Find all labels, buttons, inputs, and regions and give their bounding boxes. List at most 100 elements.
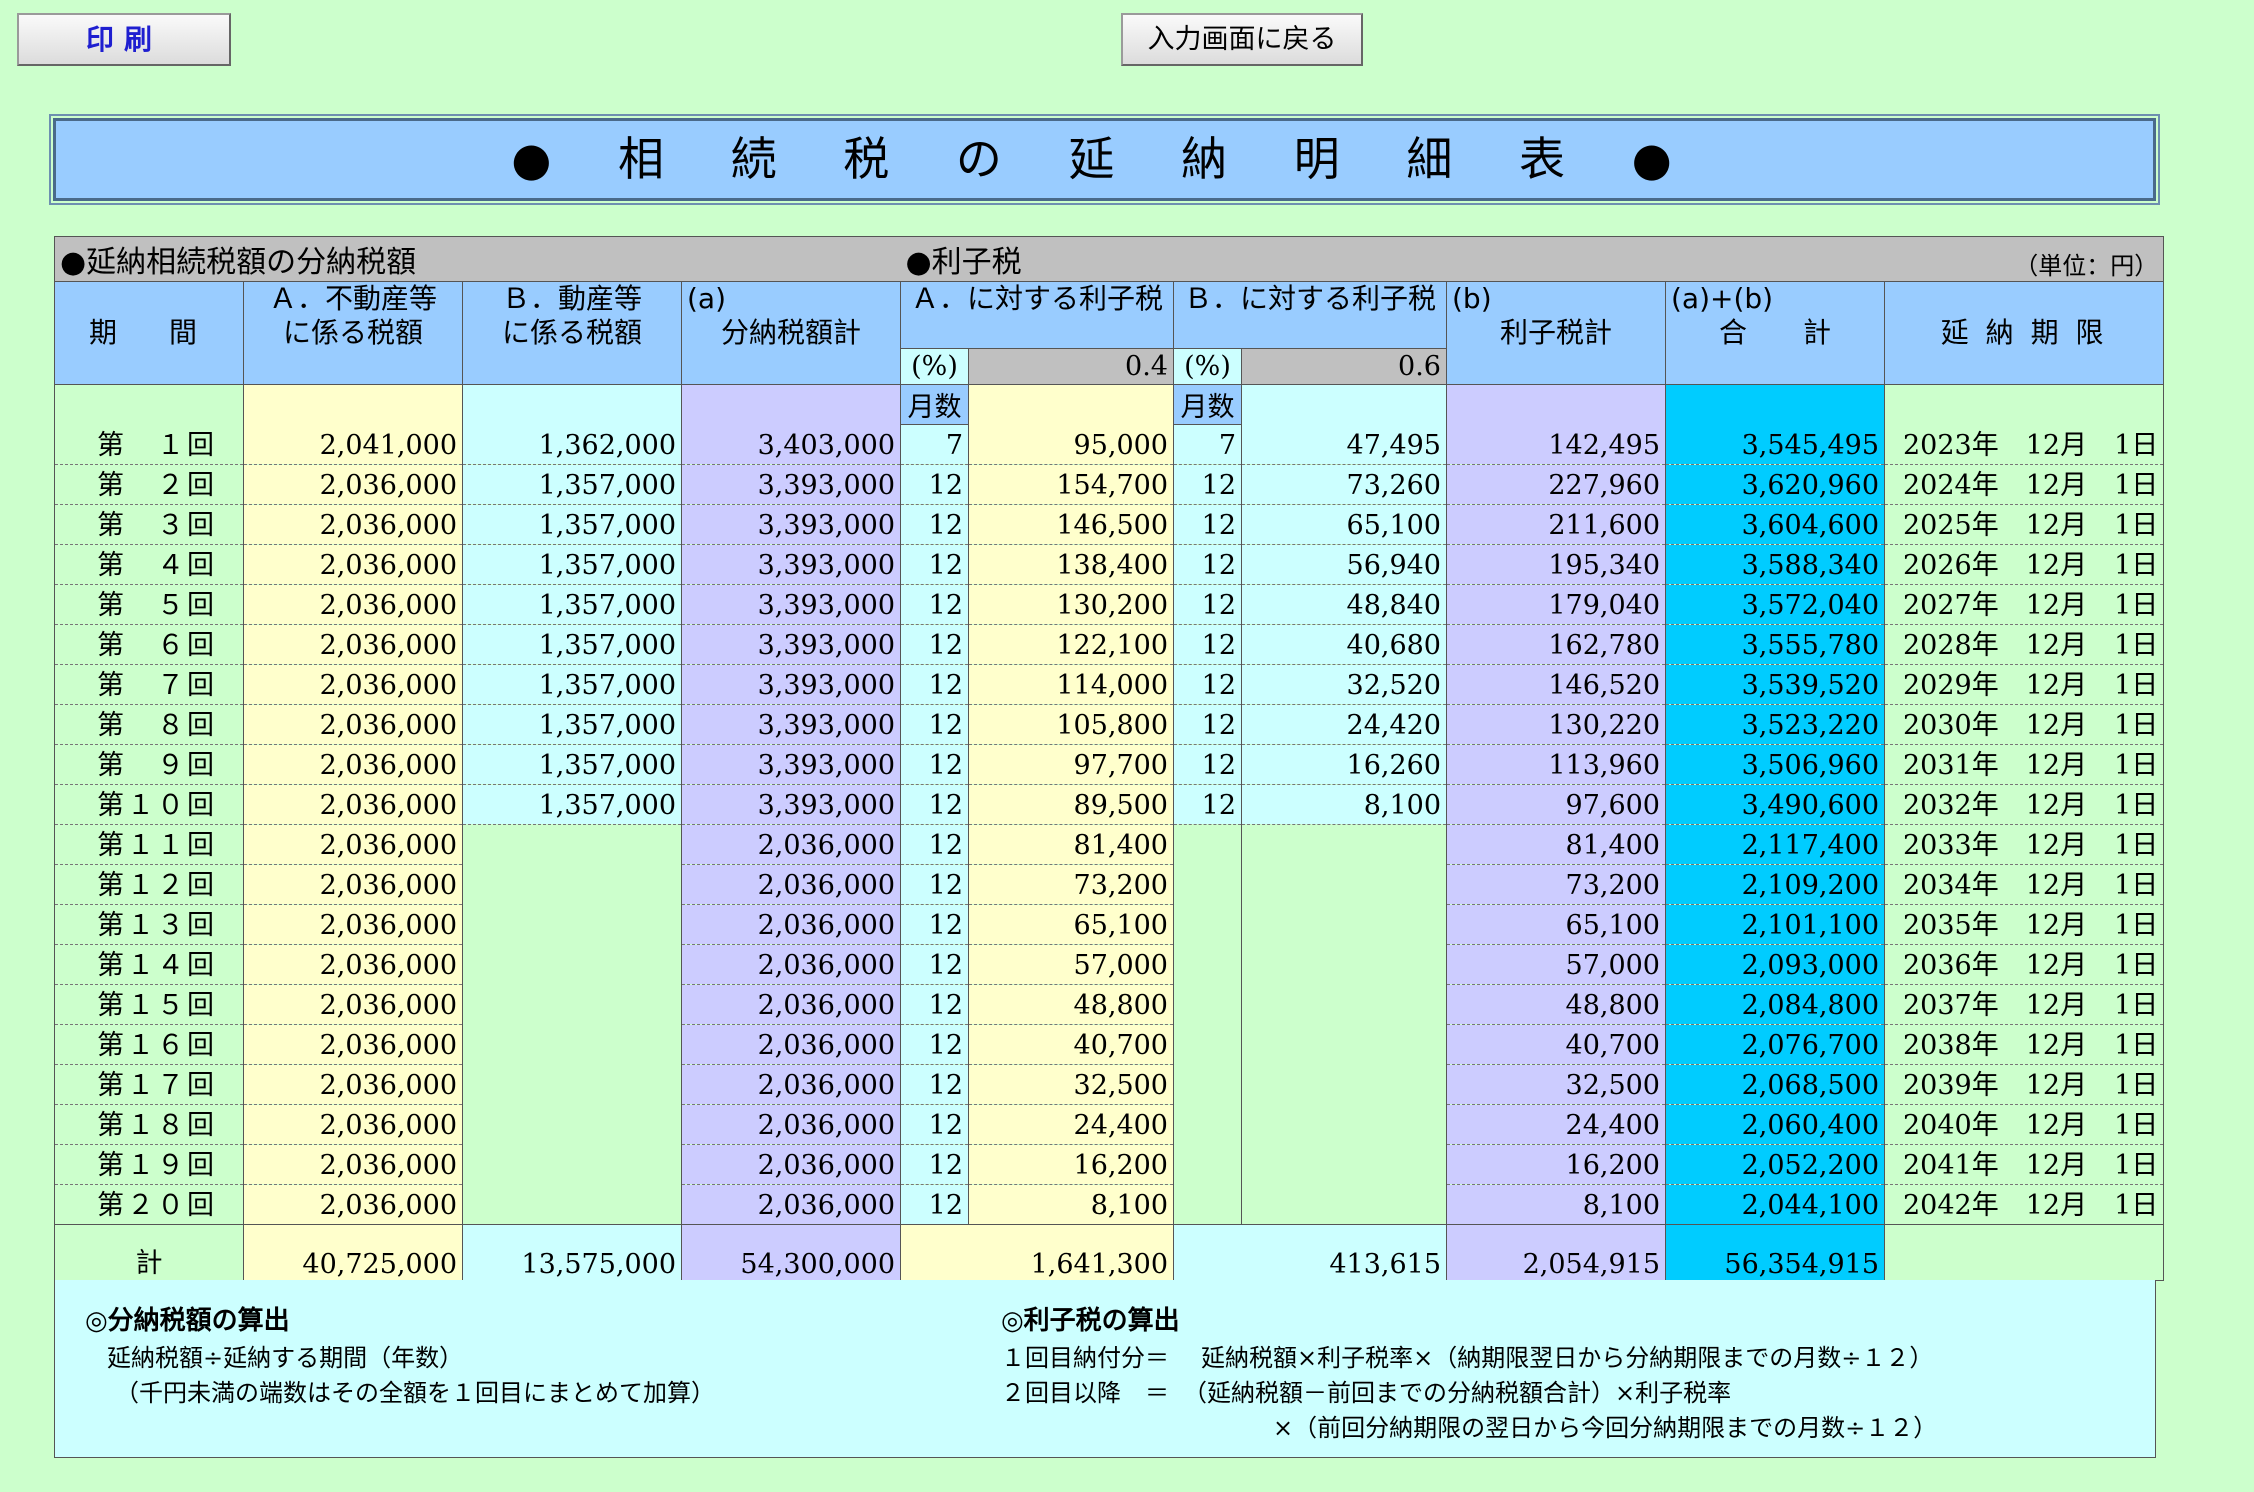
sum-b-cell: 179,040 [1446, 584, 1666, 625]
amount-a-cell: 2,036,000 [243, 704, 463, 745]
header-interest-a: Ａ．に対する利子税 [900, 281, 1174, 349]
header-b-line2: に係る税額 [501, 316, 642, 349]
table-row: 第 ９回 2,036,000 1,357,000 3,393,000 12 97,700 1… [54, 744, 2165, 785]
sum-b-cell: 113,960 [1446, 744, 1666, 785]
amount-a-cell: 2,036,000 [243, 984, 463, 1025]
total-cell: 2,117,400 [1665, 824, 1885, 865]
interest-a-cell: 105,800 [968, 704, 1174, 745]
header-sum-a-line1: (a) [687, 282, 727, 316]
notes-interest-first-label: １回目納付分＝ [1001, 1344, 1169, 1372]
sum-b-cell: 57,000 [1446, 944, 1666, 985]
interest-b-cell: 73,260 [1241, 464, 1447, 505]
table-row: 第 ７回 2,036,000 1,357,000 3,393,000 12 114,000… [54, 664, 2165, 705]
amount-b-cell: 1,357,000 [462, 744, 682, 785]
amount-b-cell: 1,357,000 [462, 624, 682, 665]
total-cell: 2,060,400 [1665, 1104, 1885, 1145]
amount-b-cell [462, 944, 682, 985]
sum-a-cell: 3,403,000 [681, 424, 901, 465]
period-cell: 第 ４回 [54, 544, 244, 585]
months-b-cell [1173, 1184, 1242, 1225]
sum-a-cell: 2,036,000 [681, 1144, 901, 1185]
amount-a-cell: 2,036,000 [243, 784, 463, 825]
sum-a-cell: 2,036,000 [681, 944, 901, 985]
months-b-cell: 12 [1173, 464, 1242, 505]
months-a-cell: 12 [900, 704, 969, 745]
period-cell: 第１６回 [54, 1024, 244, 1065]
total-cell: 3,555,780 [1665, 624, 1885, 665]
amount-b-cell: 1,357,000 [462, 504, 682, 545]
grand-total: 56,354,915 [1665, 1224, 1885, 1281]
notes-installment-line2: （千円未満の端数はその全額を１回目にまとめて加算） [115, 1379, 715, 1407]
period-cell: 第 ６回 [54, 624, 244, 665]
table-row: 第１３回 2,036,000 2,036,000 12 65,100 65,100 2,10… [54, 904, 2165, 945]
sum-a-cell: 3,393,000 [681, 624, 901, 665]
months-b-cell [1173, 1024, 1242, 1065]
interest-a-cell: 146,500 [968, 504, 1174, 545]
period-cell: 第１１回 [54, 824, 244, 865]
total-cell: 3,490,600 [1665, 784, 1885, 825]
interest-a-cell: 154,700 [968, 464, 1174, 505]
notes-interest-first-formula: 延納税額×利子税率×（納期限翌日から分納期限までの月数÷１２） [1201, 1344, 1934, 1372]
table-row: 第 ６回 2,036,000 1,357,000 3,393,000 12 122,100… [54, 624, 2165, 665]
sum-a-cell: 3,393,000 [681, 464, 901, 505]
total-interest-b: 413,615 [1173, 1224, 1447, 1281]
interest-a-cell: 97,700 [968, 744, 1174, 785]
sum-a-cell: 2,036,000 [681, 984, 901, 1025]
sum-a-cell: 2,036,000 [681, 1184, 901, 1225]
interest-b-cell [1241, 1144, 1447, 1185]
months-a-cell: 12 [900, 1144, 969, 1185]
interest-a-cell: 48,800 [968, 984, 1174, 1025]
sum-b-cell: 24,400 [1446, 1104, 1666, 1145]
months-a-cell: 12 [900, 1064, 969, 1105]
amount-a-cell: 2,036,000 [243, 1144, 463, 1185]
sum-a-cell: 2,036,000 [681, 864, 901, 905]
total-cell: 2,101,100 [1665, 904, 1885, 945]
months-b-cell: 12 [1173, 504, 1242, 545]
amount-b-cell [462, 1184, 682, 1225]
interest-a-cell: 16,200 [968, 1144, 1174, 1185]
sum-b-cell: 227,960 [1446, 464, 1666, 505]
months-b-cell: 12 [1173, 704, 1242, 745]
interest-b-cell: 32,520 [1241, 664, 1447, 705]
months-b-cell [1173, 984, 1242, 1025]
table-row: 第１９回 2,036,000 2,036,000 12 16,200 16,200 2,05… [54, 1144, 2165, 1185]
months-a-cell: 12 [900, 824, 969, 865]
unit-label: （単位：円） [1665, 236, 2165, 282]
interest-b-cell: 16,260 [1241, 744, 1447, 785]
back-to-input-button[interactable]: 入力画面に戻る [1121, 13, 1363, 66]
months-b-cell [1173, 1104, 1242, 1145]
table-row: 第１１回 2,036,000 2,036,000 12 81,400 81,400 2,11… [54, 824, 2165, 865]
amount-b-cell [462, 824, 682, 865]
interest-a-cell: 73,200 [968, 864, 1174, 905]
total-deadline-empty [1883, 1224, 2165, 1281]
period-cell: 第１２回 [54, 864, 244, 905]
sum-a-cell: 3,393,000 [681, 584, 901, 625]
amount-a-cell: 2,036,000 [243, 504, 463, 545]
interest-b-cell [1241, 1024, 1447, 1065]
period-cell: 第 ７回 [54, 664, 244, 705]
header-b-movables: Ｂ．動産等 に係る税額 [462, 281, 682, 385]
table-row: 第２０回 2,036,000 2,036,000 12 8,100 8,100 2,044,… [54, 1184, 2165, 1225]
months-a-cell: 12 [900, 504, 969, 545]
header-sum-b: (b) 利子税計 [1446, 281, 1666, 385]
header-sum-a: (a) 分納税額計 [681, 281, 901, 385]
period-cell: 第 ２回 [54, 464, 244, 505]
deadline-cell: 2036年 12月 1日 [1884, 944, 2165, 985]
interest-b-cell: 8,100 [1241, 784, 1447, 825]
amount-a-cell: 2,036,000 [243, 1064, 463, 1105]
amount-a-cell: 2,036,000 [243, 864, 463, 905]
amount-a-cell: 2,036,000 [243, 664, 463, 705]
period-cell: 第 ９回 [54, 744, 244, 785]
months-a-cell: 12 [900, 984, 969, 1025]
interest-a-cell: 24,400 [968, 1104, 1174, 1145]
header-a-realestate: Ａ．不動産等 に係る税額 [243, 281, 463, 385]
sum-b-cell: 97,600 [1446, 784, 1666, 825]
section-installment-heading: ●延納相続税額の分納税額 [54, 236, 901, 282]
print-button[interactable]: 印刷 [17, 13, 231, 66]
months-a-cell: 12 [900, 1184, 969, 1225]
sum-b-cell: 195,340 [1446, 544, 1666, 585]
total-cell: 3,545,495 [1665, 424, 1885, 465]
notes-installment-line1: 延納税額÷延納する期間（年数） [107, 1344, 464, 1372]
period-cell: 第１５回 [54, 984, 244, 1025]
sum-b-cell: 16,200 [1446, 1144, 1666, 1185]
